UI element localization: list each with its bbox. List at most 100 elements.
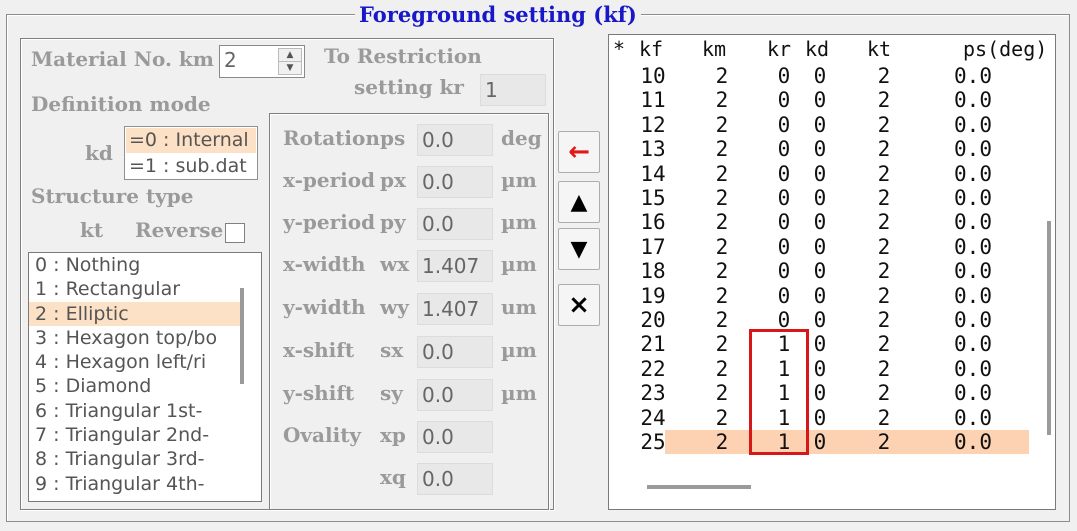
shape-list-scrollbar[interactable] xyxy=(240,288,244,384)
shape-type-list[interactable]: 0 : Nothing 1 : Rectangular 2 : Elliptic 3 … xyxy=(28,252,262,502)
param-symbol: sy xyxy=(380,381,403,405)
table-cell: 0.0 xyxy=(954,112,992,137)
table-cell: 0 xyxy=(813,283,827,308)
shape-list-item[interactable]: 3 : Hexagon top/bo xyxy=(29,326,241,350)
table-cell: 0 xyxy=(813,405,827,430)
table-row[interactable]: 24 2 1 0 2 0.0 xyxy=(609,406,1029,430)
table-cell: 2 xyxy=(877,430,891,454)
table-cell: 0.0 xyxy=(954,356,992,381)
restriction-label: To Restriction xyxy=(324,44,482,68)
kd-option-subdat[interactable]: =1 : sub.dat xyxy=(126,154,256,178)
table-header-cell: ps(deg) xyxy=(963,37,1048,61)
table-cell: 0.0 xyxy=(954,186,992,210)
table-cell: 2 xyxy=(715,186,729,210)
table-row[interactable]: 22 2 1 0 2 0.0 xyxy=(609,357,1029,381)
table-horizontal-scrollbar[interactable] xyxy=(647,485,751,489)
param-unit: µm xyxy=(501,252,537,276)
table-row[interactable]: 11 2 0 0 2 0.0 xyxy=(609,88,1029,112)
kr-highlight-box xyxy=(749,329,809,455)
table-cell: 20 xyxy=(640,308,666,332)
table-row[interactable]: 20 2 0 0 2 0.0 xyxy=(609,308,1029,332)
table-row[interactable]: 23 2 1 0 2 0.0 xyxy=(609,381,1029,405)
material-spinner[interactable]: 2 ▲ ▼ xyxy=(219,45,305,78)
material-label: Material No. km xyxy=(31,47,214,71)
restriction-value: 1 xyxy=(480,74,546,106)
table-row[interactable]: 16 2 0 0 2 0.0 xyxy=(609,210,1029,234)
param-unit: µm xyxy=(501,168,537,192)
table-cell: 0 xyxy=(813,381,827,406)
shape-list-item[interactable]: 1 : Rectangular xyxy=(29,277,241,301)
table-cell: 25 xyxy=(640,430,666,454)
table-vertical-scrollbar[interactable] xyxy=(1047,221,1051,435)
table-cell: 2 xyxy=(715,332,729,357)
param-name: x-period xyxy=(283,168,376,192)
kd-selector[interactable]: =0 : Internal =1 : sub.dat xyxy=(124,126,258,180)
table-row[interactable]: 18 2 0 0 2 0.0 xyxy=(609,259,1029,283)
table-row[interactable]: 25 2 1 0 2 0.0 xyxy=(640,430,1029,454)
table-cell: 24 xyxy=(640,405,666,430)
material-value: 2 xyxy=(224,48,237,72)
shape-list-item[interactable]: 5 : Diamond xyxy=(29,374,241,398)
table-cell: 0 xyxy=(777,283,791,308)
table-row[interactable]: 12 2 0 0 2 0.0 xyxy=(609,113,1029,137)
table-cell: 0 xyxy=(813,210,827,235)
kt-label: kt xyxy=(80,218,104,242)
table-row[interactable]: 14 2 0 0 2 0.0 xyxy=(609,162,1029,186)
table-row[interactable]: 17 2 0 0 2 0.0 xyxy=(609,235,1029,259)
param-symbol: xp xyxy=(380,423,406,447)
shape-list-item[interactable]: 4 : Hexagon left/ri xyxy=(29,350,241,374)
param-name: x-width xyxy=(283,252,366,276)
table-cell: 2 xyxy=(877,308,891,332)
param-symbol: py xyxy=(380,210,406,234)
table-cell: 0 xyxy=(777,161,791,186)
table-cell: 0 xyxy=(813,112,827,137)
shape-list-item[interactable]: 0 : Nothing xyxy=(29,253,241,277)
shape-list-item[interactable]: 6 : Triangular 1st- xyxy=(29,399,241,423)
table-cell: 0 xyxy=(777,186,791,210)
table-cell: 2 xyxy=(877,112,891,137)
foreground-table[interactable]: * kf km kr kd kt ps(deg) 10 2 0 0 2 0.0 11 2 0 0 2 0.0 12 2… xyxy=(608,34,1056,510)
param-unit: µm xyxy=(501,338,537,362)
table-cell: 2 xyxy=(877,332,891,357)
table-cell: 2 xyxy=(877,88,891,113)
shape-list-item[interactable]: 9 : Triangular 4th- xyxy=(29,472,241,496)
spin-down-button[interactable]: ▼ xyxy=(278,61,302,75)
transfer-left-button[interactable]: ← xyxy=(558,131,600,173)
table-cell: 2 xyxy=(715,88,729,113)
table-row[interactable]: 21 2 1 0 2 0.0 xyxy=(609,332,1029,356)
shape-list-item[interactable]: 7 : Triangular 2nd- xyxy=(29,423,241,447)
table-row[interactable]: 19 2 0 0 2 0.0 xyxy=(609,284,1029,308)
table-cell: 0.0 xyxy=(954,405,992,430)
triangle-down-icon: ▼ xyxy=(570,236,588,262)
table-cell: 0 xyxy=(777,210,791,235)
table-cell: 2 xyxy=(715,308,729,332)
table-cell: 15 xyxy=(640,186,666,210)
table-row[interactable]: 13 2 0 0 2 0.0 xyxy=(609,137,1029,161)
table-header-cell: kt xyxy=(867,37,892,61)
table-cell: 2 xyxy=(715,210,729,235)
spin-up-button[interactable]: ▲ xyxy=(278,48,302,62)
table-cell: 2 xyxy=(877,161,891,186)
table-cell: 0.0 xyxy=(954,64,992,88)
param-value: 0.0 xyxy=(417,379,493,411)
delete-button[interactable]: × xyxy=(558,284,600,326)
table-cell: 0 xyxy=(777,137,791,162)
param-value: 0.0 xyxy=(417,208,493,240)
param-name: Ovality xyxy=(283,423,362,447)
kd-option-internal[interactable]: =0 : Internal xyxy=(126,128,256,153)
param-unit: µm xyxy=(501,210,537,234)
table-cell: 23 xyxy=(640,381,666,406)
param-value: 1.407 xyxy=(417,250,493,282)
table-row[interactable]: 10 2 0 0 2 0.0 xyxy=(609,64,1029,88)
shape-list-item[interactable]: 8 : Triangular 3rd- xyxy=(29,447,241,471)
table-cell: 0.0 xyxy=(954,210,992,235)
table-cell: 18 xyxy=(640,259,666,284)
table-row[interactable]: 15 2 0 0 2 0.0 xyxy=(609,186,1029,210)
move-down-button[interactable]: ▼ xyxy=(558,228,600,270)
move-up-button[interactable]: ▲ xyxy=(558,181,600,223)
reverse-checkbox[interactable] xyxy=(225,223,245,243)
shape-list-item[interactable]: 2 : Elliptic xyxy=(29,301,241,326)
table-cell: 0.0 xyxy=(954,283,992,308)
table-header-cell: km xyxy=(702,37,727,61)
param-name: y-period xyxy=(283,210,376,234)
